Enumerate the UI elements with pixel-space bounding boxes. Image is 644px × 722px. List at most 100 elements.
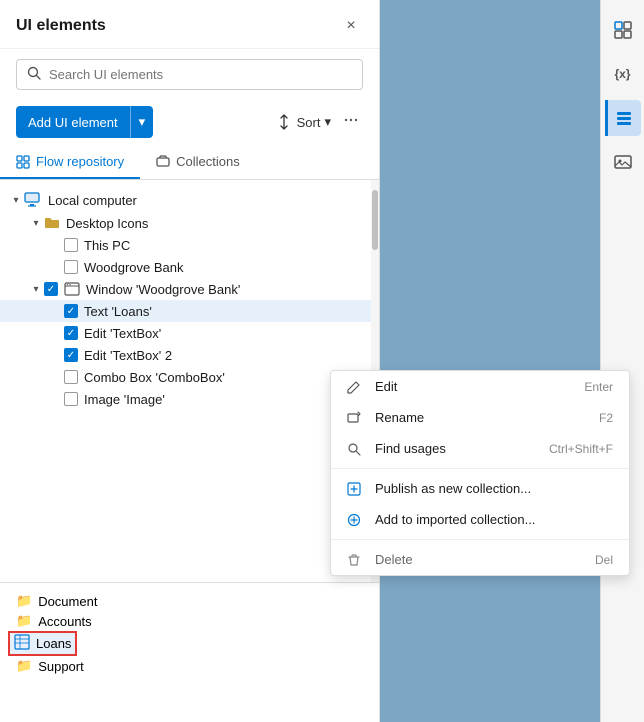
tree-item-desktop-icons[interactable]: ▾ Desktop Icons [0,212,379,234]
context-add-imported-label: Add to imported collection... [375,512,535,527]
sort-chevron-icon: ▾ [324,114,331,130]
preview-accounts-label: Accounts [38,614,91,629]
preview-loans-label: Loans [36,636,71,651]
folder-icon [44,215,60,231]
sidebar-variables-btn[interactable]: {x} [605,56,641,92]
tree-item-local-computer[interactable]: ▾ Local computer [0,188,379,212]
search-icon [27,66,41,83]
context-rename-shortcut: F2 [599,411,613,425]
context-menu-publish-collection[interactable]: Publish as new collection... [331,473,629,504]
find-usages-icon [347,442,365,456]
collections-tab-icon [156,155,170,169]
context-menu-edit[interactable]: Edit Enter [331,371,629,402]
chevron-expand-icon: ▾ [28,215,44,231]
preview-item-accounts: 📁 Accounts [8,611,371,631]
context-publish-label: Publish as new collection... [375,481,531,496]
edit-textbox-checkbox[interactable]: ✓ [64,326,78,340]
chevron-expand-icon: ▾ [28,281,44,297]
panel-title: UI elements [16,17,106,35]
add-ui-element-label: Add UI element [16,106,131,138]
context-separator-2 [331,539,629,540]
scrollbar-thumb[interactable] [372,190,378,250]
monitor-icon [24,191,42,209]
tree-item-text-loans[interactable]: ▶ ✓ Text 'Loans' [0,300,379,322]
text-loans-checkbox[interactable]: ✓ [64,304,78,318]
preview-folder-icon: 📁 [16,593,32,609]
flow-repo-tab-icon [16,155,30,169]
tree-item-image[interactable]: ▶ Image 'Image' [0,388,379,410]
preview-area: 📁 Document 📁 Accounts Loans [0,582,379,722]
tree-item-edit-textbox[interactable]: ▶ ✓ Edit 'TextBox' [0,322,379,344]
sort-button[interactable]: Sort ▾ [277,114,331,130]
search-bar [16,59,363,90]
edit-textbox-2-checkbox[interactable]: ✓ [64,348,78,362]
main-panel: UI elements × Add UI element ▾ Sort ▾ [0,0,380,722]
preview-table-icon [14,634,30,653]
combo-box-label: Combo Box 'ComboBox' [84,370,225,385]
add-imported-icon [347,513,365,527]
preview-support-label: Support [38,659,84,674]
this-pc-label: This PC [84,238,130,253]
rename-icon [347,411,365,425]
add-dropdown-arrow[interactable]: ▾ [131,106,154,138]
chevron-expand-icon: ▾ [8,192,24,208]
edit-textbox-2-label: Edit 'TextBox' 2 [84,348,172,363]
local-computer-label: Local computer [48,193,137,208]
context-rename-label: Rename [375,410,424,425]
preview-item-loans: Loans [8,631,77,656]
sidebar-images-btn[interactable] [605,144,641,180]
tree-item-combo-box[interactable]: ▶ Combo Box 'ComboBox' [0,366,379,388]
context-edit-label: Edit [375,379,397,394]
context-menu-delete[interactable]: Delete Del [331,544,629,575]
context-delete-shortcut: Del [595,553,613,567]
tree-item-woodgrove-bank[interactable]: ▶ Woodgrove Bank [0,256,379,278]
more-options-button[interactable] [339,112,363,133]
tabs-bar: Flow repository Collections [0,146,379,180]
toolbar: Add UI element ▾ Sort ▾ [0,100,379,146]
ellipsis-icon [343,112,359,128]
context-separator-1 [331,468,629,469]
window-woodgrove-checkbox[interactable]: ✓ [44,282,58,296]
search-input[interactable] [49,67,352,82]
preview-item-support: 📁 Support [8,656,371,676]
blue-background-area [380,0,600,722]
woodgrove-bank-label: Woodgrove Bank [84,260,184,275]
tab-flow-repo-label: Flow repository [36,154,124,169]
close-button[interactable]: × [339,14,363,38]
desktop-icons-label: Desktop Icons [66,216,148,231]
image-checkbox[interactable] [64,392,78,406]
window-woodgrove-label: Window 'Woodgrove Bank' [86,282,240,297]
context-menu-rename[interactable]: Rename F2 [331,402,629,433]
tree-item-edit-textbox-2[interactable]: ▶ ✓ Edit 'TextBox' 2 [0,344,379,366]
text-loans-label: Text 'Loans' [84,304,152,319]
edit-textbox-label: Edit 'TextBox' [84,326,161,341]
preview-folder-icon: 📁 [16,613,32,629]
publish-collection-icon [347,482,365,496]
tree-item-this-pc[interactable]: ▶ This PC [0,234,379,256]
add-ui-element-button[interactable]: Add UI element ▾ [16,106,153,138]
context-menu: Edit Enter Rename F2 Find usages Ctrl+Sh… [330,370,630,576]
image-label: Image 'Image' [84,392,165,407]
sort-label: Sort [297,115,321,130]
this-pc-checkbox[interactable] [64,238,78,252]
combo-box-checkbox[interactable] [64,370,78,384]
context-find-usages-label: Find usages [375,441,446,456]
context-edit-shortcut: Enter [584,380,613,394]
tab-collections-label: Collections [176,154,240,169]
context-menu-add-imported[interactable]: Add to imported collection... [331,504,629,535]
sidebar-ui-elements-btn[interactable] [605,12,641,48]
sidebar-layers-btn[interactable] [605,100,641,136]
tree-area[interactable]: ▾ Local computer ▾ Desktop Icons ▶ [0,180,379,582]
tab-flow-repository[interactable]: Flow repository [0,146,140,179]
woodgrove-bank-checkbox[interactable] [64,260,78,274]
tree-item-window-woodgrove[interactable]: ▾ ✓ Window 'Woodgrove Bank' [0,278,379,300]
delete-icon [347,553,365,567]
window-icon [64,281,80,297]
context-menu-find-usages[interactable]: Find usages Ctrl+Shift+F [331,433,629,464]
sort-icon [277,114,293,130]
context-find-usages-shortcut: Ctrl+Shift+F [549,442,613,456]
preview-document-label: Document [38,594,97,609]
right-sidebar: {x} [600,0,644,722]
preview-item-document: 📁 Document [8,591,371,611]
tab-collections[interactable]: Collections [140,146,256,179]
